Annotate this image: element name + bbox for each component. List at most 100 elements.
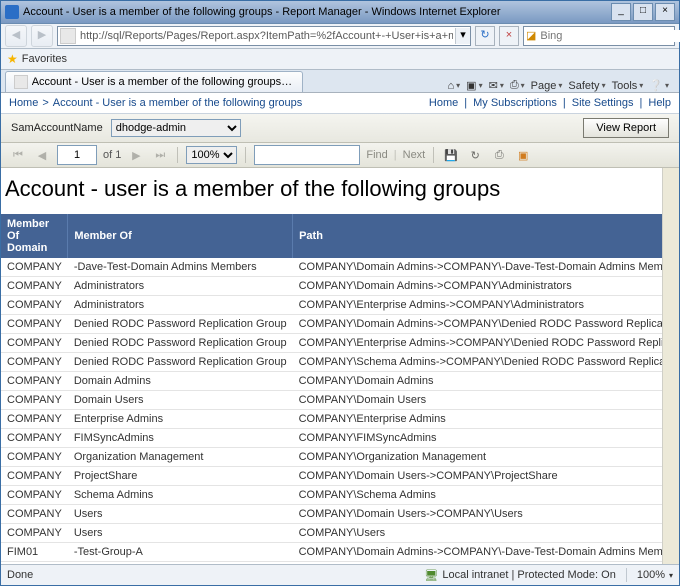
- security-zone-icon: 🖥: [424, 569, 438, 582]
- security-zone: Local intranet | Protected Mode: On: [442, 569, 615, 581]
- col-path: Path: [293, 214, 679, 258]
- mail-icon: ✉: [489, 79, 498, 92]
- safety-menu[interactable]: Safety▾: [568, 80, 605, 92]
- table-row[interactable]: COMPANYDenied RODC Password Replication …: [1, 353, 679, 372]
- status-text: Done: [7, 569, 33, 581]
- table-row[interactable]: FIM01-Test-Group-ACOMPANY\Domain Admins-…: [1, 562, 679, 565]
- forward-button[interactable]: ▶: [31, 25, 53, 47]
- print-button[interactable]: ⎙▾: [510, 79, 525, 92]
- help-button[interactable]: ❔▾: [649, 79, 669, 92]
- table-row[interactable]: COMPANYOrganization ManagementCOMPANY\Or…: [1, 448, 679, 467]
- report-title: Account - user is a member of the follow…: [5, 176, 671, 202]
- breadcrumb-item[interactable]: Account - User is a member of the follow…: [53, 97, 302, 109]
- link-help[interactable]: Help: [648, 97, 671, 109]
- report-body[interactable]: Account - user is a member of the follow…: [1, 168, 679, 564]
- help-icon: ❔: [649, 79, 663, 92]
- toolbar-divider: [433, 147, 434, 163]
- table-row[interactable]: COMPANYSchema AdminsCOMPANY\Schema Admin…: [1, 486, 679, 505]
- window-title: Account - User is a member of the follow…: [23, 6, 611, 18]
- search-box: ◪ ▾: [523, 26, 675, 46]
- maximize-button[interactable]: □: [633, 3, 653, 21]
- table-row[interactable]: COMPANYDomain UsersCOMPANY\Domain Users: [1, 391, 679, 410]
- home-button[interactable]: ⌂▾: [448, 80, 461, 92]
- feeds-icon: ▣: [466, 79, 476, 92]
- table-row[interactable]: FIM01-Test-Group-ACOMPANY\Domain Admins-…: [1, 543, 679, 562]
- toolbar-refresh-button[interactable]: ↻: [466, 146, 484, 164]
- back-button[interactable]: ◀: [5, 25, 27, 47]
- search-input[interactable]: [538, 30, 680, 42]
- title-bar: Account - User is a member of the follow…: [1, 1, 679, 24]
- toolbar-divider: [177, 147, 178, 163]
- feeds-button[interactable]: ▣▾: [466, 79, 482, 92]
- favorites-label[interactable]: Favorites: [22, 53, 67, 65]
- page-favicon: [60, 28, 76, 44]
- link-mysubs[interactable]: My Subscriptions: [473, 97, 557, 109]
- table-row[interactable]: COMPANYDenied RODC Password Replication …: [1, 315, 679, 334]
- report-toolbar: ⏮ ◀ of 1 ▶ ⏭ 100% Find | Next 💾 ↻ ⎙ ▣: [1, 143, 679, 168]
- stop-button[interactable]: ×: [499, 26, 519, 46]
- col-member-of: Member Of: [68, 214, 293, 258]
- next-page-button[interactable]: ▶: [127, 146, 145, 164]
- report-table: Member Of Domain Member Of Path COMPANY-…: [1, 214, 679, 564]
- table-header-row: Member Of Domain Member Of Path: [1, 214, 679, 258]
- address-input-wrap: ▾: [57, 26, 471, 46]
- link-site-settings[interactable]: Site Settings: [572, 97, 634, 109]
- address-bar: ◀ ▶ ▾ ↻ × ◪ ▾: [1, 24, 679, 49]
- mail-button[interactable]: ✉▾: [489, 79, 504, 92]
- ie-command-bar: ⌂▾ ▣▾ ✉▾ ⎙▾ Page▾ Safety▾ Tools▾ ❔▾: [442, 79, 676, 92]
- table-row[interactable]: COMPANYUsersCOMPANY\Domain Users->COMPAN…: [1, 505, 679, 524]
- current-page-input[interactable]: [57, 145, 97, 165]
- datafeed-button[interactable]: ▣: [514, 146, 532, 164]
- address-dropdown[interactable]: ▾: [455, 28, 470, 44]
- table-row[interactable]: COMPANYFIMSyncAdminsCOMPANY\FIMSyncAdmin…: [1, 429, 679, 448]
- tools-menu[interactable]: Tools▾: [612, 80, 644, 92]
- table-row[interactable]: COMPANYDenied RODC Password Replication …: [1, 334, 679, 353]
- page-menu[interactable]: Page▾: [531, 80, 563, 92]
- param-select[interactable]: dhodge-admin: [111, 119, 241, 137]
- refresh-button[interactable]: ↻: [475, 26, 495, 46]
- print-icon: ⎙: [495, 149, 504, 162]
- tab-active[interactable]: Account - User is a member of the follow…: [5, 71, 303, 92]
- tab-bar: Account - User is a member of the follow…: [1, 70, 679, 93]
- window-buttons: _ □ ×: [611, 3, 675, 21]
- find-button[interactable]: Find: [366, 149, 387, 161]
- export-button[interactable]: 💾: [442, 146, 460, 164]
- minimize-button[interactable]: _: [611, 3, 631, 21]
- table-row[interactable]: COMPANYAdministratorsCOMPANY\Domain Admi…: [1, 277, 679, 296]
- find-next-button[interactable]: Next: [403, 149, 426, 161]
- prev-page-button[interactable]: ◀: [33, 146, 51, 164]
- home-icon: ⌂: [448, 80, 455, 92]
- app-icon: [5, 5, 19, 19]
- breadcrumb: Home > Account - User is a member of the…: [1, 93, 679, 114]
- zoom-select[interactable]: 100%: [186, 146, 237, 164]
- feed-icon: ▣: [518, 149, 528, 162]
- toolbar-print-button[interactable]: ⎙: [490, 146, 508, 164]
- table-row[interactable]: COMPANYProjectShareCOMPANY\Domain Users-…: [1, 467, 679, 486]
- first-page-button[interactable]: ⏮: [9, 146, 27, 164]
- breadcrumb-home[interactable]: Home: [9, 97, 38, 109]
- zoom-dropdown-icon[interactable]: ▾: [669, 571, 673, 580]
- favorites-bar: ★ Favorites: [1, 49, 679, 70]
- table-row[interactable]: COMPANYDomain AdminsCOMPANY\Domain Admin…: [1, 372, 679, 391]
- refresh-icon: ↻: [471, 149, 480, 162]
- favorites-star-icon[interactable]: ★: [7, 52, 18, 66]
- table-row[interactable]: COMPANYEnterprise AdminsCOMPANY\Enterpri…: [1, 410, 679, 429]
- header-links: Home| My Subscriptions| Site Settings| H…: [429, 97, 671, 109]
- tab-favicon: [14, 75, 28, 89]
- status-bar: Done 🖥 Local intranet | Protected Mode: …: [1, 564, 679, 585]
- close-button[interactable]: ×: [655, 3, 675, 21]
- param-label: SamAccountName: [11, 122, 103, 134]
- view-report-button[interactable]: View Report: [583, 118, 669, 138]
- address-input[interactable]: [78, 30, 455, 42]
- table-row[interactable]: COMPANYUsersCOMPANY\Users: [1, 524, 679, 543]
- vertical-scrollbar[interactable]: [662, 168, 679, 564]
- parameters-bar: SamAccountName dhodge-admin View Report: [1, 114, 679, 143]
- table-row[interactable]: COMPANYAdministratorsCOMPANY\Enterprise …: [1, 296, 679, 315]
- tab-title: Account - User is a member of the follow…: [32, 76, 294, 88]
- table-row[interactable]: COMPANY-Dave-Test-Domain Admins MembersC…: [1, 258, 679, 277]
- link-home[interactable]: Home: [429, 97, 458, 109]
- last-page-button[interactable]: ⏭: [151, 146, 169, 164]
- zoom-level[interactable]: 100%: [637, 569, 665, 581]
- find-input[interactable]: [254, 145, 360, 165]
- print-icon: ⎙: [510, 79, 519, 92]
